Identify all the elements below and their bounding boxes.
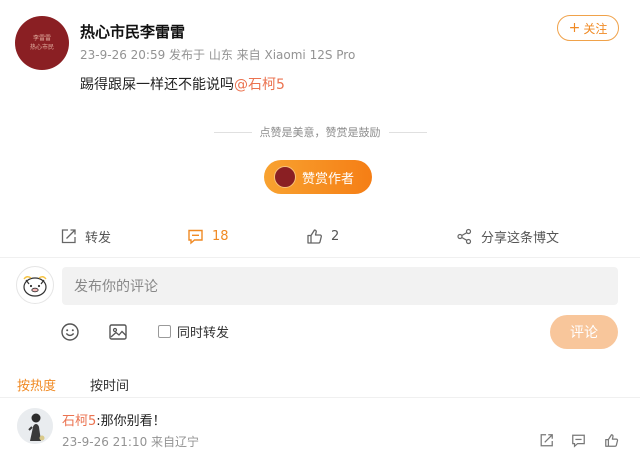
share-label: 分享这条博文 <box>481 230 560 246</box>
image-icon <box>109 324 127 340</box>
avatar-seal-image: 李雷雷 热心市民 <box>29 35 54 51</box>
author-name[interactable]: 热心市民李雷雷 <box>80 21 185 42</box>
comment-count: 18 <box>212 228 229 244</box>
forward-icon <box>61 228 76 243</box>
commenter-avatar[interactable] <box>17 408 53 444</box>
divider <box>0 257 640 258</box>
reply-icon <box>572 434 585 448</box>
comment-button[interactable]: 18 <box>187 226 229 246</box>
repost-label: 同时转发 <box>177 326 230 341</box>
like-icon <box>307 228 322 244</box>
author-avatar[interactable]: 李雷雷 热心市民 <box>15 16 69 70</box>
commenter-name[interactable]: 石柯5 <box>62 414 96 429</box>
author-badge-icon <box>274 166 296 188</box>
forward-button[interactable]: 转发 <box>60 226 111 246</box>
forward-label: 转发 <box>85 230 112 246</box>
person-silhouette-icon <box>17 408 53 444</box>
post-text: 踢得跟屎一样还不能说吗@石柯5 <box>80 74 285 94</box>
post-body: 踢得跟屎一样还不能说吗 <box>80 77 234 93</box>
comment-text: :那你别看！ <box>96 414 166 429</box>
comment-meta: 23-9-26 21:10 来自辽宁 <box>62 435 200 449</box>
mention-link[interactable]: @石柯5 <box>234 77 285 93</box>
comment-reply-button[interactable] <box>571 433 586 452</box>
checkbox-icon <box>158 325 171 338</box>
repost-icon <box>540 434 553 447</box>
reward-author-button[interactable]: 赞赏作者 <box>264 160 372 194</box>
sort-by-time-tab[interactable]: 按时间 <box>90 375 129 394</box>
comment-like-button[interactable] <box>604 433 619 452</box>
cartoon-avatar-icon <box>23 276 47 297</box>
repost-checkbox[interactable]: 同时转发 <box>158 322 229 341</box>
reward-tip: 点赞是美意，赞赏是鼓励 <box>0 124 640 140</box>
comment-body: 石柯5:那你别看！ <box>62 410 166 429</box>
follow-label: 关注 <box>583 21 608 36</box>
divider <box>213 131 252 133</box>
sort-by-hot-tab[interactable]: 按热度 <box>17 375 56 394</box>
follow-button[interactable]: + 关注 <box>557 15 619 41</box>
current-user-avatar <box>16 266 54 304</box>
like-count: 2 <box>331 228 340 244</box>
reward-label: 赞赏作者 <box>302 171 355 187</box>
plus-icon: + <box>568 20 581 36</box>
emoji-button[interactable] <box>60 322 80 346</box>
share-icon <box>457 228 472 244</box>
divider <box>388 131 427 133</box>
comment-input[interactable]: 发布你的评论 <box>62 267 618 305</box>
comment-repost-button[interactable] <box>539 433 554 452</box>
post-meta: 23-9-26 20:59 发布于 山东 来自 Xiaomi 12S Pro <box>80 48 356 62</box>
divider <box>0 397 640 398</box>
reward-tip-text: 点赞是美意，赞赏是鼓励 <box>259 126 381 139</box>
comment-icon <box>188 229 203 245</box>
like-icon <box>605 434 619 447</box>
emoji-icon <box>61 323 79 341</box>
like-button[interactable]: 2 <box>306 226 339 246</box>
image-button[interactable] <box>108 322 128 346</box>
share-button[interactable]: 分享这条博文 <box>456 226 559 246</box>
submit-comment-button[interactable]: 评论 <box>550 315 618 349</box>
